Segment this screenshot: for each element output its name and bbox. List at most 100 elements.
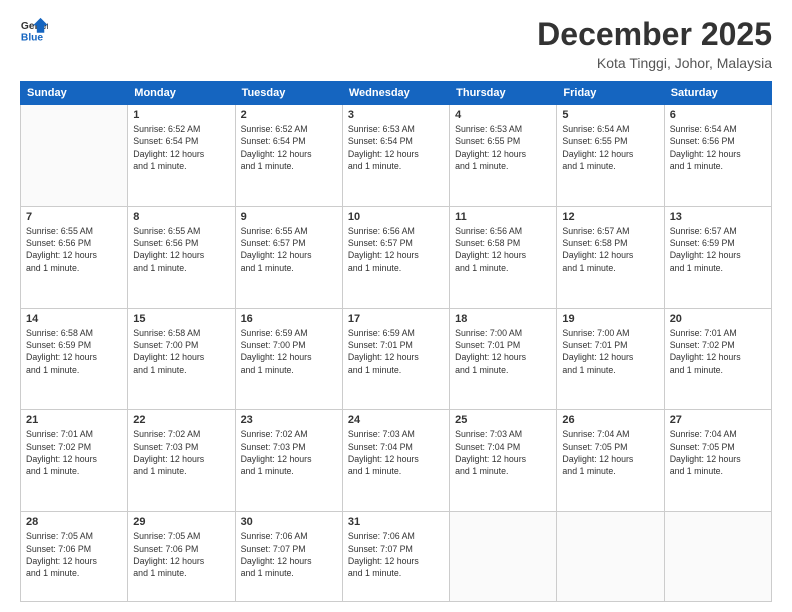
- day-number: 11: [455, 211, 551, 223]
- day-info: Sunrise: 6:54 AM Sunset: 6:55 PM Dayligh…: [562, 123, 658, 172]
- table-row: 15 Sunrise: 6:58 AM Sunset: 7:00 PM Dayli…: [128, 308, 235, 410]
- col-tuesday: Tuesday: [235, 82, 342, 105]
- page-header: General Blue December 2025 Kota Tinggi, …: [20, 16, 772, 71]
- table-row: 4 Sunrise: 6:53 AM Sunset: 6:55 PM Daylig…: [450, 105, 557, 207]
- table-row: 19Sunrise: 7:00 AM Sunset: 7:01 PM Dayli…: [557, 308, 664, 410]
- day-number: 9: [241, 211, 337, 223]
- day-number: 22: [133, 414, 229, 426]
- day-number: 30: [241, 516, 337, 528]
- table-row: 9 Sunrise: 6:55 AM Sunset: 6:57 PM Daylig…: [235, 206, 342, 308]
- table-row: 21 Sunrise: 7:01 AM Sunset: 7:02 PM Dayli…: [21, 410, 128, 512]
- day-info: Sunrise: 7:00 AM Sunset: 7:01 PM Dayligh…: [455, 327, 551, 376]
- day-number: 18: [455, 313, 551, 325]
- table-row: 11 Sunrise: 6:56 AM Sunset: 6:58 PM Dayli…: [450, 206, 557, 308]
- col-friday: Friday: [557, 82, 664, 105]
- logo: General Blue: [20, 16, 48, 44]
- day-number: 4: [455, 109, 551, 121]
- table-row: 17 Sunrise: 6:59 AM Sunset: 7:01 PM Dayli…: [342, 308, 449, 410]
- day-number: 14: [26, 313, 122, 325]
- day-info: Sunrise: 6:53 AM Sunset: 6:54 PM Dayligh…: [348, 123, 444, 172]
- table-row: 24 Sunrise: 7:03 AM Sunset: 7:04 PM Dayli…: [342, 410, 449, 512]
- calendar-page: General Blue December 2025 Kota Tinggi, …: [0, 0, 792, 612]
- day-info: Sunrise: 6:58 AM Sunset: 6:59 PM Dayligh…: [26, 327, 122, 376]
- day-info: Sunrise: 6:52 AM Sunset: 6:54 PM Dayligh…: [241, 123, 337, 172]
- day-number: 2: [241, 109, 337, 121]
- day-number: 7: [26, 211, 122, 223]
- table-row: 7 Sunrise: 6:55 AM Sunset: 6:56 PM Daylig…: [21, 206, 128, 308]
- table-row: 1 Sunrise: 6:52 AM Sunset: 6:54 PM Daylig…: [128, 105, 235, 207]
- day-number: 28: [26, 516, 122, 528]
- day-info: Sunrise: 6:52 AM Sunset: 6:54 PM Dayligh…: [133, 123, 229, 172]
- day-info: Sunrise: 6:58 AM Sunset: 7:00 PM Dayligh…: [133, 327, 229, 376]
- table-row: 25 Sunrise: 7:03 AM Sunset: 7:04 PM Dayli…: [450, 410, 557, 512]
- day-info: Sunrise: 6:55 AM Sunset: 6:57 PM Dayligh…: [241, 225, 337, 274]
- table-row: 26Sunrise: 7:04 AM Sunset: 7:05 PM Dayli…: [557, 410, 664, 512]
- day-info: Sunrise: 7:05 AM Sunset: 7:06 PM Dayligh…: [26, 530, 122, 579]
- table-row: [557, 512, 664, 602]
- day-info: Sunrise: 7:02 AM Sunset: 7:03 PM Dayligh…: [241, 428, 337, 477]
- table-row: 6 Sunrise: 6:54 AM Sunset: 6:56 PM Daylig…: [664, 105, 771, 207]
- day-number: 21: [26, 414, 122, 426]
- location: Kota Tinggi, Johor, Malaysia: [537, 55, 772, 71]
- table-row: 10 Sunrise: 6:56 AM Sunset: 6:57 PM Dayli…: [342, 206, 449, 308]
- day-number: 29: [133, 516, 229, 528]
- col-monday: Monday: [128, 82, 235, 105]
- day-info: Sunrise: 7:03 AM Sunset: 7:04 PM Dayligh…: [455, 428, 551, 477]
- table-row: 2 Sunrise: 6:52 AM Sunset: 6:54 PM Daylig…: [235, 105, 342, 207]
- day-info: Sunrise: 7:06 AM Sunset: 7:07 PM Dayligh…: [241, 530, 337, 579]
- table-row: [21, 105, 128, 207]
- day-number: 10: [348, 211, 444, 223]
- table-row: 5 Sunrise: 6:54 AM Sunset: 6:55 PM Daylig…: [557, 105, 664, 207]
- table-row: 22Sunrise: 7:02 AM Sunset: 7:03 PM Dayli…: [128, 410, 235, 512]
- table-row: 18 Sunrise: 7:00 AM Sunset: 7:01 PM Dayli…: [450, 308, 557, 410]
- table-row: 28 Sunrise: 7:05 AM Sunset: 7:06 PM Dayli…: [21, 512, 128, 602]
- day-info: Sunrise: 6:54 AM Sunset: 6:56 PM Dayligh…: [670, 123, 766, 172]
- col-saturday: Saturday: [664, 82, 771, 105]
- table-row: 30 Sunrise: 7:06 AM Sunset: 7:07 PM Dayli…: [235, 512, 342, 602]
- day-info: Sunrise: 6:56 AM Sunset: 6:57 PM Dayligh…: [348, 225, 444, 274]
- day-info: Sunrise: 6:55 AM Sunset: 6:56 PM Dayligh…: [133, 225, 229, 274]
- day-info: Sunrise: 7:01 AM Sunset: 7:02 PM Dayligh…: [670, 327, 766, 376]
- col-sunday: Sunday: [21, 82, 128, 105]
- day-info: Sunrise: 6:59 AM Sunset: 7:01 PM Dayligh…: [348, 327, 444, 376]
- table-row: 27Sunrise: 7:04 AM Sunset: 7:05 PM Dayli…: [664, 410, 771, 512]
- day-number: 20: [670, 313, 766, 325]
- table-row: 20 Sunrise: 7:01 AM Sunset: 7:02 PM Dayli…: [664, 308, 771, 410]
- day-info: Sunrise: 7:01 AM Sunset: 7:02 PM Dayligh…: [26, 428, 122, 477]
- day-number: 6: [670, 109, 766, 121]
- day-number: 19: [562, 313, 658, 325]
- day-number: 17: [348, 313, 444, 325]
- table-row: 8 Sunrise: 6:55 AM Sunset: 6:56 PM Daylig…: [128, 206, 235, 308]
- day-number: 25: [455, 414, 551, 426]
- calendar-header-row: Sunday Monday Tuesday Wednesday Thursday…: [21, 82, 772, 105]
- day-number: 8: [133, 211, 229, 223]
- day-number: 31: [348, 516, 444, 528]
- table-row: [664, 512, 771, 602]
- day-info: Sunrise: 6:53 AM Sunset: 6:55 PM Dayligh…: [455, 123, 551, 172]
- col-thursday: Thursday: [450, 82, 557, 105]
- table-row: 31 Sunrise: 7:06 AM Sunset: 7:07 PM Dayli…: [342, 512, 449, 602]
- day-number: 12: [562, 211, 658, 223]
- table-row: 29Sunrise: 7:05 AM Sunset: 7:06 PM Dayli…: [128, 512, 235, 602]
- day-info: Sunrise: 6:56 AM Sunset: 6:58 PM Dayligh…: [455, 225, 551, 274]
- day-number: 16: [241, 313, 337, 325]
- day-info: Sunrise: 7:04 AM Sunset: 7:05 PM Dayligh…: [670, 428, 766, 477]
- title-block: December 2025 Kota Tinggi, Johor, Malays…: [537, 16, 772, 71]
- svg-text:Blue: Blue: [21, 32, 44, 43]
- table-row: 23Sunrise: 7:02 AM Sunset: 7:03 PM Dayli…: [235, 410, 342, 512]
- day-number: 1: [133, 109, 229, 121]
- day-number: 13: [670, 211, 766, 223]
- calendar-table: Sunday Monday Tuesday Wednesday Thursday…: [20, 81, 772, 602]
- logo-icon: General Blue: [20, 16, 48, 44]
- day-number: 24: [348, 414, 444, 426]
- table-row: [450, 512, 557, 602]
- day-info: Sunrise: 6:59 AM Sunset: 7:00 PM Dayligh…: [241, 327, 337, 376]
- day-number: 5: [562, 109, 658, 121]
- day-info: Sunrise: 7:03 AM Sunset: 7:04 PM Dayligh…: [348, 428, 444, 477]
- day-number: 15: [133, 313, 229, 325]
- day-info: Sunrise: 6:55 AM Sunset: 6:56 PM Dayligh…: [26, 225, 122, 274]
- day-info: Sunrise: 7:06 AM Sunset: 7:07 PM Dayligh…: [348, 530, 444, 579]
- month-title: December 2025: [537, 16, 772, 53]
- table-row: 13Sunrise: 6:57 AM Sunset: 6:59 PM Dayli…: [664, 206, 771, 308]
- day-number: 3: [348, 109, 444, 121]
